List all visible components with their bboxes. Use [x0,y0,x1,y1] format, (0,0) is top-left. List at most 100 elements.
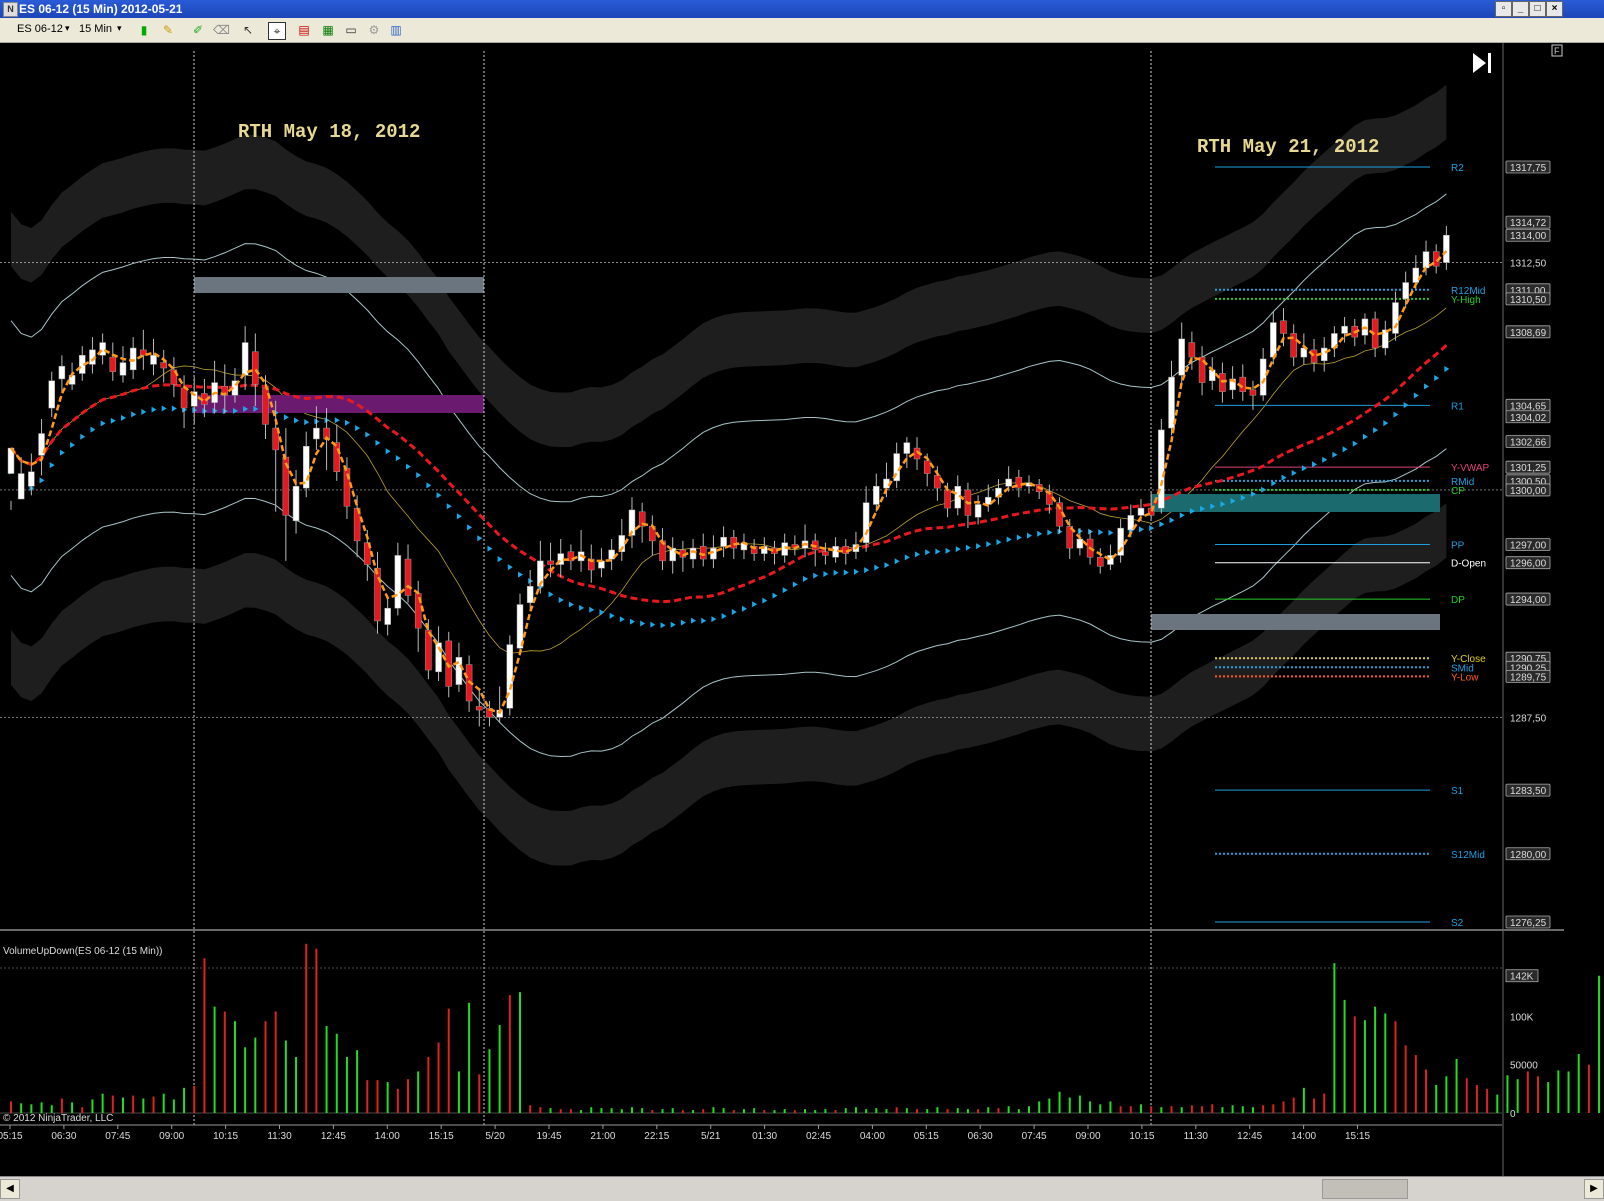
candle-up-body [883,478,890,489]
candle-down-body [547,560,554,565]
volume-bar [1190,1105,1193,1113]
time-tick-label: 12:45 [1237,1131,1262,1142]
volume-bar [1048,1098,1051,1113]
crosshair-icon[interactable]: ⌖ [268,22,286,40]
candle-down-body [140,349,147,356]
candle-up-body [1270,322,1277,358]
volume-bar [1017,1109,1020,1113]
volume-bar [1323,1093,1326,1113]
interval-selector[interactable]: 15 Min [79,23,112,35]
volume-bar [559,1109,562,1113]
pivot-label-s2: S2 [1451,918,1464,929]
chart-scrollbar[interactable]: ◀ ▶ [0,1176,1604,1201]
window-titlebar: N ES 06-12 (15 Min) 2012-05-21 ▫ _ □ × [0,0,1604,18]
volume-bar [305,943,308,1113]
volume-bar [30,1104,33,1113]
volume-bar [681,1110,684,1113]
cursor-icon[interactable]: ↖ [240,22,256,38]
candle-up-body [150,355,157,365]
pivot-label-y-low: Y-Low [1451,672,1479,683]
time-tick-label: 10:15 [1129,1131,1154,1142]
time-tick-label: 09:00 [1075,1131,1100,1142]
interval-dropdown-icon[interactable]: ▾ [117,23,122,34]
candle-up-body [99,342,106,356]
restore-icon[interactable]: ▫ [1495,1,1512,17]
chart-canvas[interactable]: FR2R12MidY-HighR1Y-VWAPRMidCPPPD-OpenDPY… [0,43,1604,1176]
volume-bar [50,1105,53,1113]
volume-bar [1241,1106,1244,1113]
volume-bar [630,1107,633,1113]
template-icon[interactable]: ▥ [388,22,404,38]
volume-bar [1567,1071,1570,1113]
minimize-icon[interactable]: _ [1512,1,1529,17]
time-tick-label: 07:45 [105,1131,130,1142]
strategy-icon[interactable]: ▤ [296,22,312,38]
candle-up-body [17,473,25,500]
candle-up-body [1178,338,1185,376]
instrument-selector[interactable]: ES 06-12 [17,23,63,35]
properties-icon[interactable]: ⚙ [366,22,382,38]
candle-up-body [58,365,66,380]
volume-bar [1089,1101,1092,1113]
candle-down-body [934,475,941,489]
volume-bar [427,1056,430,1113]
chart-trader-icon[interactable]: ▭ [343,22,359,38]
price-tick-label: 1317,75 [1510,163,1547,174]
volume-bar [213,1006,216,1113]
time-tick-label: 12:45 [321,1131,346,1142]
volume-bar [1272,1104,1275,1113]
candle-up-body [241,342,249,376]
close-icon[interactable]: × [1546,1,1563,17]
volume-bar [1496,1094,1499,1113]
candle-up-body [903,442,911,454]
time-tick-label: 11:30 [1184,1131,1209,1142]
candle-up-body [669,547,676,562]
price-tick-label: 1302,66 [1510,438,1547,449]
corner-f-label: F [1554,46,1560,56]
drawing-pencil-icon[interactable]: ✎ [160,22,176,38]
volume-bar [1363,1020,1366,1113]
volume-bar [875,1108,878,1113]
volume-bar [773,1110,776,1113]
scrollbar-thumb[interactable] [1322,1179,1408,1199]
time-tick-label: 19:45 [536,1131,561,1142]
volume-bar [1201,1106,1204,1113]
bar-type-icon[interactable]: ▮ [136,22,152,38]
volume-bar [142,1098,145,1113]
candle-down-body [476,706,483,711]
scroll-left-icon[interactable]: ◀ [0,1179,20,1199]
volume-bar [193,1085,196,1113]
volume-bar [1414,1055,1417,1113]
drawing-tool-icon[interactable]: ✐ [190,22,206,38]
candle-up-body [1382,329,1389,349]
volume-bar [519,992,521,1113]
volume-bar [783,1109,786,1113]
volume-bar [824,1109,827,1113]
volume-bar [1587,1064,1590,1113]
data-box-icon[interactable]: ▦ [320,22,336,38]
volume-bar [1404,1045,1407,1113]
volume-bar [264,1021,267,1113]
volume-bar [610,1108,613,1113]
volume-bar [508,995,511,1113]
volume-bar [1231,1105,1234,1113]
volume-bar [946,1109,949,1113]
volume-bar [1180,1107,1183,1113]
time-tick-label: 09:00 [159,1131,184,1142]
volume-bar [651,1110,654,1113]
time-tick-label: 05:15 [0,1131,23,1142]
candle-up-body [313,427,320,440]
volume-bar [10,1101,12,1113]
candle-down-body [1249,389,1257,396]
eraser-icon[interactable]: ⌫ [213,22,230,38]
volume-bar [620,1109,623,1113]
volume-bar [1374,1006,1377,1113]
maximize-icon[interactable]: □ [1529,1,1546,17]
volume-bar [386,1082,389,1113]
scroll-right-icon[interactable]: ▶ [1584,1179,1604,1199]
instrument-dropdown-icon[interactable]: ▾ [65,23,70,34]
candle-up-body [1158,429,1165,509]
volume-bar [345,1056,348,1113]
volume-bar [661,1109,664,1113]
central-pivot-zone [1151,494,1440,512]
